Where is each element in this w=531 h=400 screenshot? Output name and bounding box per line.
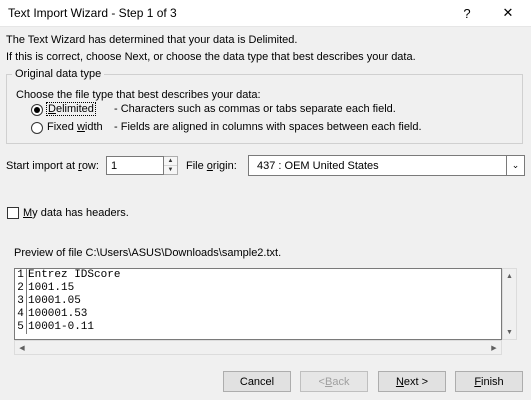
preview-caption: Preview of file C:\Users\ASUS\Downloads\… [14,247,282,259]
intro-line-1: The Text Wizard has determined that your… [6,34,298,46]
row-number: 5 [15,321,27,334]
focus-ring: Delimited [46,102,96,116]
row-number: 1 [15,269,27,282]
next-button[interactable]: Next > [378,371,446,392]
title-bar: Text Import Wizard - Step 1 of 3 ? ✕ [0,0,531,27]
headers-label[interactable]: My data has headers. [23,207,129,219]
scroll-up-icon[interactable]: ▲ [503,269,516,283]
row-number: 2 [15,282,27,295]
row-number: 3 [15,295,27,308]
row-text: 10001-0.11 [28,321,95,333]
radio-dot-icon [34,107,40,113]
scrollbar-corner [502,340,517,355]
start-row-spinner[interactable]: ▲ ▼ [164,156,178,175]
spin-up-icon[interactable]: ▲ [164,157,177,165]
window-title: Text Import Wizard - Step 1 of 3 [8,6,177,20]
file-origin-label: File origin: [186,160,237,172]
row-text: 100001.53 [28,308,88,320]
finish-button[interactable]: Finish [455,371,523,392]
start-row-input[interactable] [106,156,164,175]
fixed-width-radio[interactable] [31,122,43,134]
row-text: Entrez IDScore [28,269,121,281]
spin-down-icon[interactable]: ▼ [164,165,177,174]
close-button[interactable]: ✕ [488,1,528,25]
intro-line-2: If this is correct, choose Next, or choo… [6,51,416,63]
row-text: 1001.15 [28,282,75,294]
back-button[interactable]: < Back [300,371,368,392]
fixed-width-description: - Fields are aligned in columns with spa… [114,121,422,133]
help-button[interactable]: ? [447,1,487,25]
table-row: 5 10001-0.11 [15,321,501,334]
delimited-radio[interactable] [31,104,43,116]
start-row-label: Start import at row: [6,160,99,172]
group-legend: Original data type [12,68,105,80]
delimited-description: - Characters such as commas or tabs sepa… [114,103,396,115]
chevron-down-icon[interactable]: ⌄ [506,156,524,175]
headers-checkbox[interactable] [7,207,19,219]
scroll-right-icon[interactable]: ▶ [487,341,501,354]
file-origin-dropdown[interactable]: 437 : OEM United States ⌄ [248,155,525,176]
cancel-button[interactable]: Cancel [223,371,291,392]
fixed-width-label[interactable]: Fixed width [47,121,103,133]
file-origin-value: 437 : OEM United States [257,160,379,172]
delimited-label[interactable]: Delimited [46,102,96,116]
table-row: 2 1001.15 [15,282,501,295]
table-row: 4 100001.53 [15,308,501,321]
file-type-prompt: Choose the file type that best describes… [16,89,261,101]
row-text: 10001.05 [28,295,81,307]
preview-pane[interactable]: 1 Entrez IDScore 2 1001.15 3 10001.05 4 1000… [14,268,502,340]
row-number: 4 [15,308,27,321]
horizontal-scrollbar[interactable]: ◀ ▶ [14,340,502,355]
table-row: 1 Entrez IDScore [15,269,501,282]
scroll-left-icon[interactable]: ◀ [15,341,29,354]
scroll-down-icon[interactable]: ▼ [503,325,516,339]
vertical-scrollbar[interactable]: ▲ ▼ [502,268,517,340]
table-row: 3 10001.05 [15,295,501,308]
